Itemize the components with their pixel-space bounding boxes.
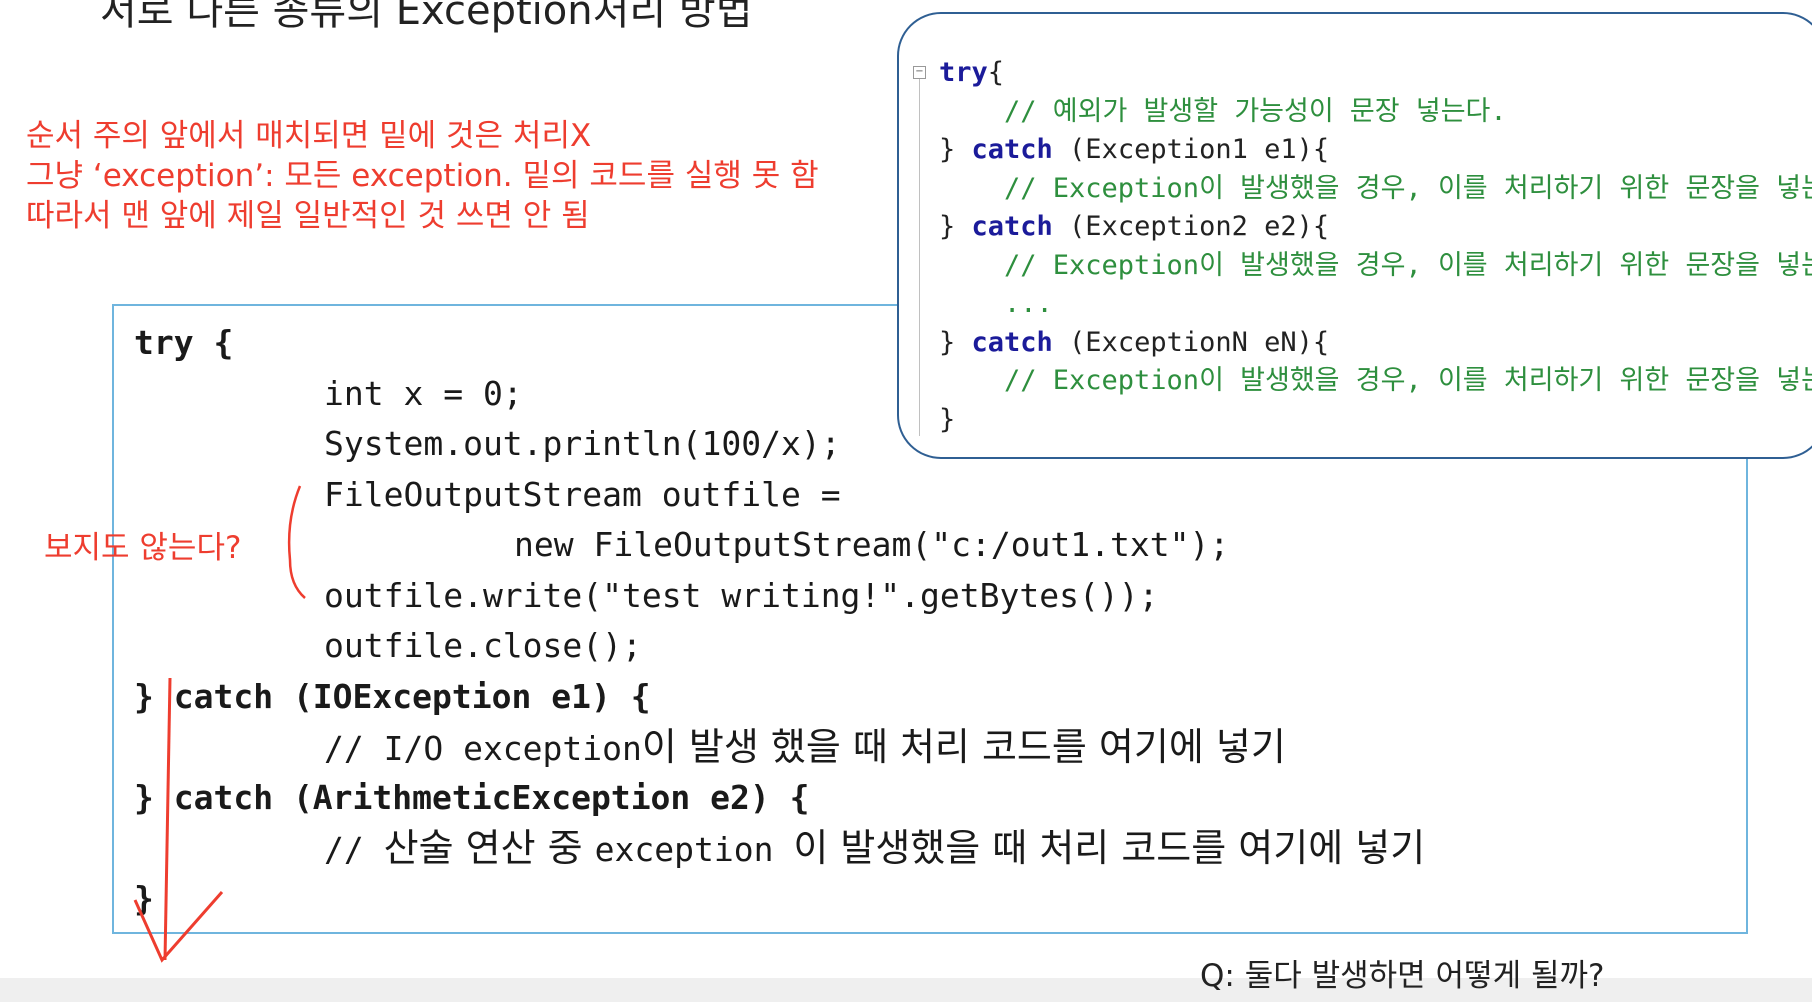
ex-comment: // Exception이 발생했을 경우, 이를 처리하기 위한 문장을 넣는… <box>1004 365 1812 396</box>
brace: { <box>987 57 1005 88</box>
ex-ellipsis: ... <box>1004 288 1053 319</box>
code-line: FileOutputStream outfile = <box>324 474 841 514</box>
comment-slashes: // <box>324 830 384 869</box>
code-line-catch-io: } catch (IOException e1) { <box>134 676 651 716</box>
keyword: catch <box>971 326 1053 358</box>
ex-line-catch: } catch (Exception1 e1){ <box>939 131 1812 170</box>
fold-gutter: − <box>913 66 930 436</box>
fold-toggle-icon: − <box>913 66 926 79</box>
brace: } <box>939 211 972 242</box>
comment-korean: 이 발생했을 때 처리 코드를 여기에 넣기 <box>793 826 1426 870</box>
ex-line-catch: } catch (Exception2 e2){ <box>939 208 1812 247</box>
param: (ExceptionN eN) <box>1052 326 1313 358</box>
question-text: Q: 둘다 발생하면 어떻게 될까? <box>1200 958 1605 994</box>
comment-korean: 산술 연산 중 <box>383 826 595 870</box>
note-line-2: 그냥 ‘exception’: 모든 exception. 밑의 코드를 실행 … <box>26 158 819 194</box>
note-line-1: 순서 주의 앞에서 매치되면 밑에 것은 처리X <box>26 118 592 154</box>
code-line: outfile.close(); <box>324 626 642 665</box>
brace: { <box>1312 326 1330 358</box>
comment-word: exception <box>594 830 794 869</box>
ex-comment: // Exception이 발생했을 경우, 이를 처리하기 위한 문장을 넣는… <box>1004 249 1812 281</box>
ex-line-end: } <box>939 403 956 435</box>
code-line: outfile.write("test writing!".getBytes()… <box>324 575 1159 615</box>
comment-prefix: // I/O exception <box>324 729 642 768</box>
example-code-box: − try{ // 예외가 발생할 가능성이 문장 넣는다. } catch (… <box>897 12 1812 459</box>
code-line-close: } <box>134 878 154 918</box>
ex-comment: // 예외가 발생할 가능성이 문장 넣는다. <box>1004 95 1507 127</box>
annotation-note: 순서 주의 앞에서 매치되면 밑에 것은 처리X 그냥 ‘exception’:… <box>26 116 819 236</box>
ex-comment: // Exception이 발생했을 경우, 이를 처리하기 위한 문장을 넣는… <box>1004 172 1812 204</box>
param: (Exception2 e2) <box>1052 211 1313 242</box>
brace: { <box>1312 134 1330 165</box>
code-comment-arith: // 산술 연산 중 exception 이 발생했을 때 처리 코드를 여기에… <box>134 823 1425 874</box>
keyword: try <box>939 57 988 88</box>
ex-line-catch: } catch (ExceptionN eN){ <box>939 324 1812 363</box>
code-comment-io: // I/O exception이 발생 했을 때 처리 코드를 여기에 넣기 <box>134 722 1425 773</box>
example-code: try{ // 예외가 발생할 가능성이 문장 넣는다. } catch (Ex… <box>939 54 1812 439</box>
note-line-3: 따라서 맨 앞에 제일 일반적인 것 쓰면 안 됨 <box>26 198 590 234</box>
param: (Exception1 e1) <box>1052 134 1313 165</box>
slide-title: 서로 다른 종류의 Exception처리 방법 <box>100 0 753 34</box>
brace: { <box>1312 211 1330 242</box>
ex-line-try: try{ <box>939 54 1812 93</box>
code-line-catch-arith: } catch (ArithmeticException e2) { <box>134 777 810 817</box>
keyword: catch <box>971 134 1053 165</box>
code-line: new FileOutputStream("c:/out1.txt"); <box>514 525 1230 564</box>
comment-korean: 이 발생 했을 때 처리 코드를 여기에 넣기 <box>641 725 1286 769</box>
keyword: catch <box>971 211 1053 242</box>
brace: } <box>939 326 972 358</box>
brace: } <box>939 134 972 165</box>
side-annotation: 보지도 않는다? <box>44 530 242 566</box>
